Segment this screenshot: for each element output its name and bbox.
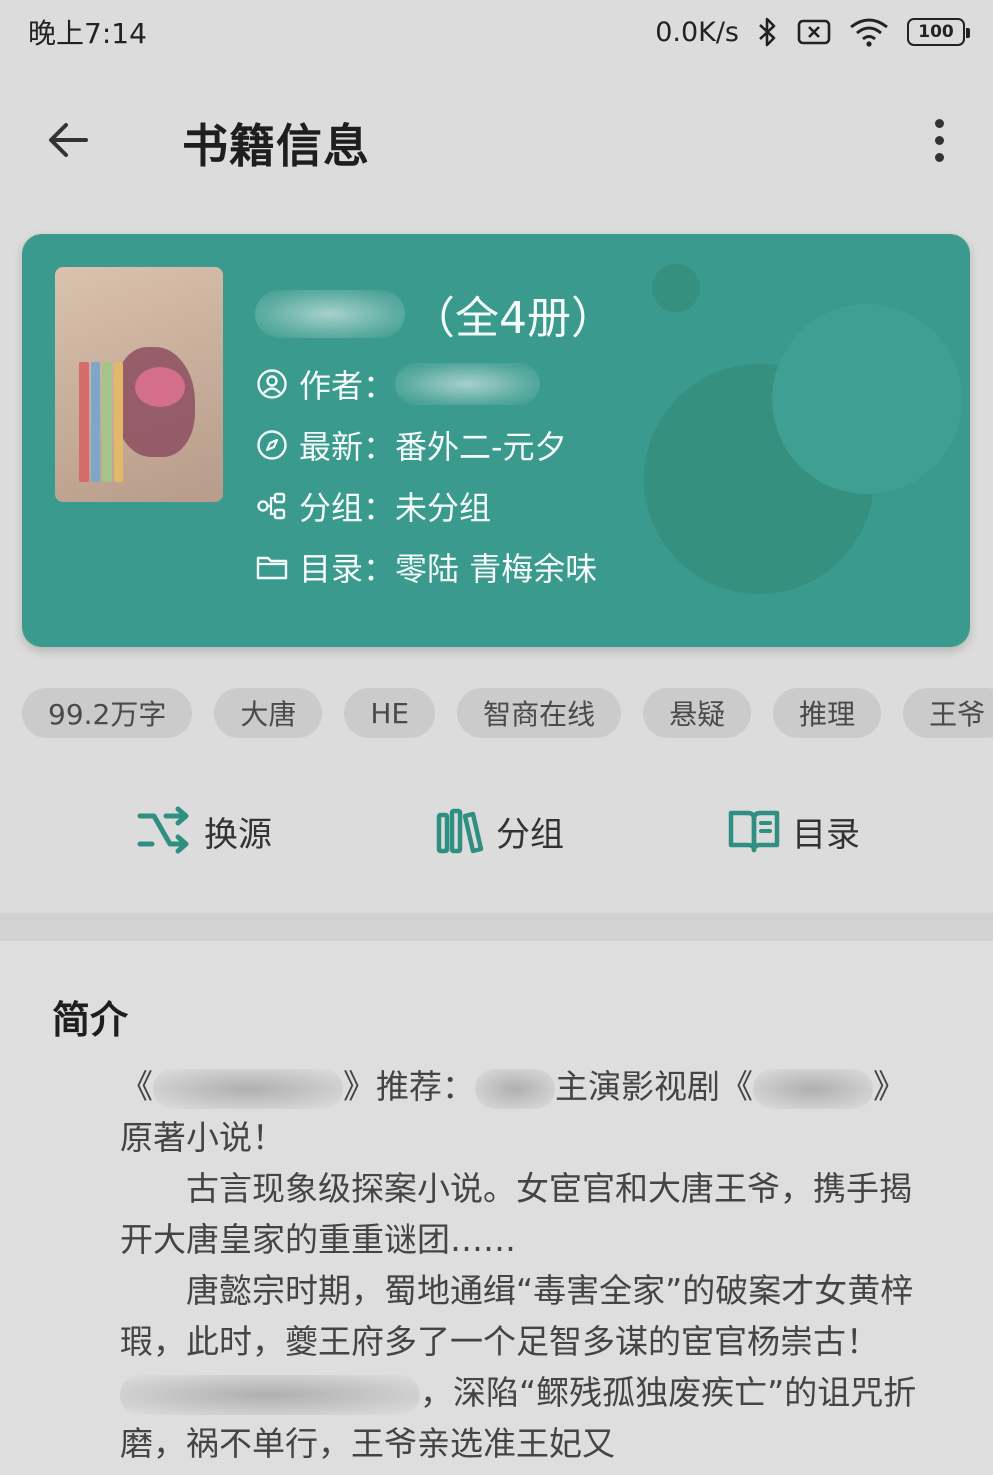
more-options-button[interactable] xyxy=(921,110,957,170)
section-divider xyxy=(0,913,993,941)
redacted-text xyxy=(153,1068,343,1109)
redacted-text xyxy=(753,1068,873,1109)
redacted-author xyxy=(395,363,541,405)
author-label: 作者： xyxy=(299,367,396,405)
intro-paragraph-3: 唐懿宗时期，蜀地通缉“毒害全家”的破案才女黄梓瑕，此时，夔王府多了一个足智多谋的… xyxy=(120,1271,917,1463)
tag-item[interactable]: 王爷 xyxy=(903,688,993,738)
redacted-title xyxy=(255,290,405,338)
intro-section: 简介 《》推荐： 主演影视剧《》 原著小说！ 古言现象级探案小说。女宦官和大唐王爷… xyxy=(0,941,993,1475)
catalog-label: 目录： xyxy=(299,550,396,588)
group-value: 未分组 xyxy=(395,489,492,527)
tag-item[interactable]: 大唐 xyxy=(214,688,323,738)
redacted-text xyxy=(475,1068,555,1109)
user-icon xyxy=(255,367,289,401)
shuffle-icon xyxy=(137,806,189,854)
network-speed: 0.0K/s xyxy=(655,16,739,48)
intro-paragraph-2: 古言现象级探案小说。女宦官和大唐王爷，携手揭开大唐皇家的重重谜团…… xyxy=(120,1169,912,1259)
group-nodes-icon xyxy=(255,489,289,523)
catalog-row[interactable]: 目录： 零陆 青梅余味 xyxy=(255,547,615,588)
intro-text[interactable]: 《》推荐： 主演影视剧《》 原著小说！ 古言现象级探案小说。女宦官和大唐王爷，携手… xyxy=(120,1061,930,1469)
back-button[interactable] xyxy=(40,112,96,168)
book-cover[interactable] xyxy=(55,267,223,502)
author-row[interactable]: 作者： xyxy=(255,363,615,405)
compass-icon xyxy=(255,428,289,462)
group-label-button: 分组 xyxy=(496,814,564,855)
change-source-label: 换源 xyxy=(204,814,272,855)
arrow-left-icon xyxy=(49,123,88,157)
open-book-icon xyxy=(728,810,780,853)
folder-icon xyxy=(255,550,289,584)
card-decoration xyxy=(652,264,700,312)
latest-label: 最新： xyxy=(299,428,396,466)
wifi-icon xyxy=(849,17,889,47)
card-decoration xyxy=(772,304,962,494)
intro-line-2: 原著小说！ xyxy=(120,1118,285,1157)
tag-list: 99.2万字 大唐 HE 智商在线 悬疑 推理 王爷 xyxy=(22,688,993,738)
catalog-label-button: 目录 xyxy=(792,814,860,855)
tag-item[interactable]: 推理 xyxy=(773,688,882,738)
redacted-text xyxy=(120,1374,420,1415)
intro-title: 简介 xyxy=(52,998,129,1042)
intro-line-1: 《》推荐： 主演影视剧《》 xyxy=(120,1061,930,1112)
status-icons: 0.0K/s 100 xyxy=(655,16,970,48)
catalog-value: 零陆 青梅余味 xyxy=(395,550,598,588)
group-button[interactable]: 分组 xyxy=(436,796,564,866)
status-time: 晚上7:14 xyxy=(28,17,147,50)
toolbar: 书籍信息 xyxy=(0,92,993,184)
tag-item[interactable]: 智商在线 xyxy=(457,688,622,738)
more-vertical-icon xyxy=(934,118,944,128)
battery-icon: 100 xyxy=(907,18,970,46)
latest-value: 番外二-元夕 xyxy=(395,428,567,466)
catalog-button[interactable]: 目录 xyxy=(728,796,860,866)
bluetooth-icon xyxy=(757,16,779,48)
book-info-card: （全4册） 作者： 最新： 番外二-元夕 分组： 未分组 目录： 零陆 青梅余味 xyxy=(22,234,970,647)
status-bar: 晚上7:14 0.0K/s 100 xyxy=(0,0,993,64)
action-bar: 换源 分组 目录 xyxy=(0,796,993,866)
page-title: 书籍信息 xyxy=(182,119,370,173)
change-source-button[interactable]: 换源 xyxy=(136,796,272,866)
book-title-suffix: （全4册） xyxy=(411,293,615,344)
tag-item[interactable]: 悬疑 xyxy=(643,688,752,738)
tag-word-count[interactable]: 99.2万字 xyxy=(22,688,193,738)
group-row[interactable]: 分组： 未分组 xyxy=(255,486,615,527)
group-label: 分组： xyxy=(299,489,396,527)
latest-chapter-row[interactable]: 最新： 番外二-元夕 xyxy=(255,425,615,466)
library-icon xyxy=(436,808,484,854)
book-details: （全4册） 作者： 最新： 番外二-元夕 分组： 未分组 目录： 零陆 青梅余味 xyxy=(255,284,615,608)
book-title: （全4册） xyxy=(255,284,615,344)
tag-item[interactable]: HE xyxy=(344,688,436,738)
sim-off-icon xyxy=(797,18,831,46)
battery-level: 100 xyxy=(918,22,954,42)
